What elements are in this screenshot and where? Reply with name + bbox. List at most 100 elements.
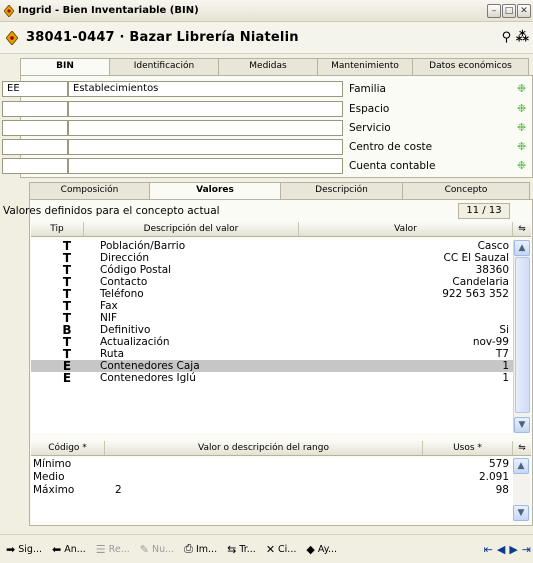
field-label: Servicio <box>349 122 391 134</box>
scroll-up-icon[interactable]: ▲ <box>513 458 529 474</box>
range-grid: Mínimo 579 Medio 2.091 Máximo 2 98 <box>31 458 513 521</box>
lookup-icon[interactable]: ❉ <box>517 139 526 155</box>
scroll-down-icon[interactable]: ▼ <box>513 505 529 521</box>
toolbar-button[interactable]: ⇆ Tr... <box>223 538 260 560</box>
table-row[interactable]: T NIF <box>31 312 513 324</box>
toolbar-button-label: An... <box>64 543 86 555</box>
col-usos[interactable]: Usos * <box>423 441 513 455</box>
field-label: Espacio <box>349 103 390 115</box>
code-field[interactable]: EE <box>2 81 68 97</box>
toolbar-button[interactable]: ➡ Sig... <box>2 538 46 560</box>
scroll-thumb[interactable] <box>515 257 530 413</box>
code-field[interactable] <box>2 101 68 117</box>
table-row[interactable]: T Código Postal 38360 <box>31 264 513 276</box>
tab-datos-economicos[interactable]: Datos económicos <box>412 58 529 75</box>
range-header: Código * Valor o descripción del rango U… <box>31 441 531 456</box>
table-row[interactable]: T Dirección CC El Sauzal <box>31 252 513 264</box>
maximize-button[interactable]: □ <box>502 4 516 18</box>
code-field[interactable] <box>2 139 68 155</box>
desc-field[interactable] <box>68 101 343 117</box>
toolbar-button[interactable]: ☰ Re... <box>92 538 134 560</box>
table-row[interactable]: E Contenedores Caja 1 <box>31 360 513 372</box>
tab-valores[interactable]: Valores <box>149 182 281 200</box>
field-label: Familia <box>349 83 386 95</box>
record-icon <box>6 30 18 45</box>
desc-field[interactable] <box>68 120 343 136</box>
scroll-up-icon[interactable]: ▲ <box>514 240 530 256</box>
cell-codigo: Mínimo <box>33 458 72 470</box>
code-field[interactable] <box>2 120 68 136</box>
lookup-icon[interactable]: ❉ <box>517 120 526 136</box>
tab-composicion[interactable]: Composición <box>29 182 150 199</box>
toolbar-button[interactable]: ⬅ An... <box>48 538 90 560</box>
values-scrollbar[interactable]: ▲ ▼ <box>513 240 530 433</box>
cell-valor: Casco <box>477 240 509 252</box>
next-record-icon[interactable]: ▶ <box>509 543 517 556</box>
toolbar-button[interactable]: ⎙ Im... <box>180 538 221 560</box>
table-row[interactable]: B Definitivo Si <box>31 324 513 336</box>
cell-desc: Contenedores Caja <box>100 360 200 372</box>
col-valor[interactable]: Valor <box>299 222 513 236</box>
tab-concepto[interactable]: Concepto <box>402 182 530 199</box>
table-row[interactable]: T Contacto Candelaria <box>31 276 513 288</box>
lookup-icon[interactable]: ❉ <box>517 81 526 97</box>
cell-desc: Dirección <box>100 252 150 264</box>
col-codigo[interactable]: Código * <box>31 441 105 455</box>
cell-codigo: Máximo <box>33 484 75 496</box>
columns-icon[interactable]: ⇋ <box>513 222 531 236</box>
toolbar-icon: ☰ <box>95 542 106 556</box>
cell-desc: Definitivo <box>100 324 151 336</box>
tab-bin[interactable]: BIN <box>20 58 110 76</box>
cell-valor: CC El Sauzal <box>443 252 509 264</box>
last-record-icon[interactable]: ⇥ <box>522 543 531 556</box>
close-button[interactable]: ✕ <box>517 4 531 18</box>
table-row[interactable]: Mínimo 579 <box>31 458 513 471</box>
table-row[interactable]: Máximo 2 98 <box>31 484 513 497</box>
record-header: 38041-0447 · Bazar Librería Niatelin ⚲ ⁂ <box>0 22 533 54</box>
desc-field[interactable]: Establecimientos <box>68 81 343 97</box>
tab-identificacion[interactable]: Identificación <box>109 58 219 75</box>
lookup-icon[interactable]: ❉ <box>517 101 526 117</box>
cell-valor: nov-99 <box>472 336 509 348</box>
toolbar-icon: ➡ <box>6 542 16 556</box>
table-row[interactable]: T Actualización nov-99 <box>31 336 513 348</box>
desc-field[interactable] <box>68 158 343 174</box>
columns-icon[interactable]: ⇋ <box>513 441 531 455</box>
toolbar-button[interactable]: ✕ Ci... <box>262 538 301 560</box>
field-label: Centro de coste <box>349 141 433 153</box>
tab-medidas[interactable]: Medidas <box>218 58 318 75</box>
toolbar-button[interactable]: ✎ Nu... <box>136 538 178 560</box>
cell-desc: Ruta <box>100 348 125 360</box>
range-scrollbar[interactable]: ▲ ▼ <box>513 458 530 521</box>
search-tools-icon[interactable]: ⚲ ⁂ <box>502 30 529 45</box>
title-bar: Ingrid - Bien Inventariable (BIN) – □ ✕ <box>0 0 533 22</box>
code-field[interactable] <box>2 158 68 174</box>
cell-rango: 2 <box>115 484 122 496</box>
col-rango[interactable]: Valor o descripción del rango <box>105 441 423 455</box>
lookup-icon[interactable]: ❉ <box>517 158 526 174</box>
tab-mantenimiento[interactable]: Mantenimiento <box>317 58 413 75</box>
cell-valor: 38360 <box>475 264 509 276</box>
table-row[interactable]: T Ruta T7 <box>31 348 513 360</box>
scroll-down-icon[interactable]: ▼ <box>514 417 530 433</box>
minimize-button[interactable]: – <box>487 4 501 18</box>
tab-descripcion[interactable]: Descripción <box>280 182 403 199</box>
prev-record-icon[interactable]: ◀ <box>497 543 505 556</box>
desc-field[interactable] <box>68 139 343 155</box>
toolbar-icon: ✎ <box>139 542 149 556</box>
toolbar-icon: ⬅ <box>51 542 62 556</box>
toolbar-button[interactable]: ◆ Ay... <box>302 538 341 560</box>
bottom-toolbar: ➡ Sig... ⬅ An... ☰ Re... ✎ Nu... ⎙ Im... ⇆ Tr... ✕ Ci… <box>0 534 533 563</box>
app-icon <box>4 4 14 17</box>
first-record-icon[interactable]: ⇤ <box>484 543 493 556</box>
table-row[interactable]: T Población/Barrio Casco <box>31 240 513 252</box>
table-row[interactable]: E Contenedores Iglú 1 <box>31 372 513 384</box>
toolbar-icon: ◆ <box>306 542 315 556</box>
col-descripcion[interactable]: Descripción del valor <box>84 222 299 236</box>
col-tip[interactable]: Tip <box>31 222 84 236</box>
table-row[interactable]: Medio 2.091 <box>31 471 513 484</box>
table-row[interactable]: T Fax <box>31 300 513 312</box>
toolbar-button-label: Tr... <box>239 543 256 555</box>
table-row[interactable]: T Teléfono 922 563 352 <box>31 288 513 300</box>
cell-desc: Fax <box>100 300 118 312</box>
